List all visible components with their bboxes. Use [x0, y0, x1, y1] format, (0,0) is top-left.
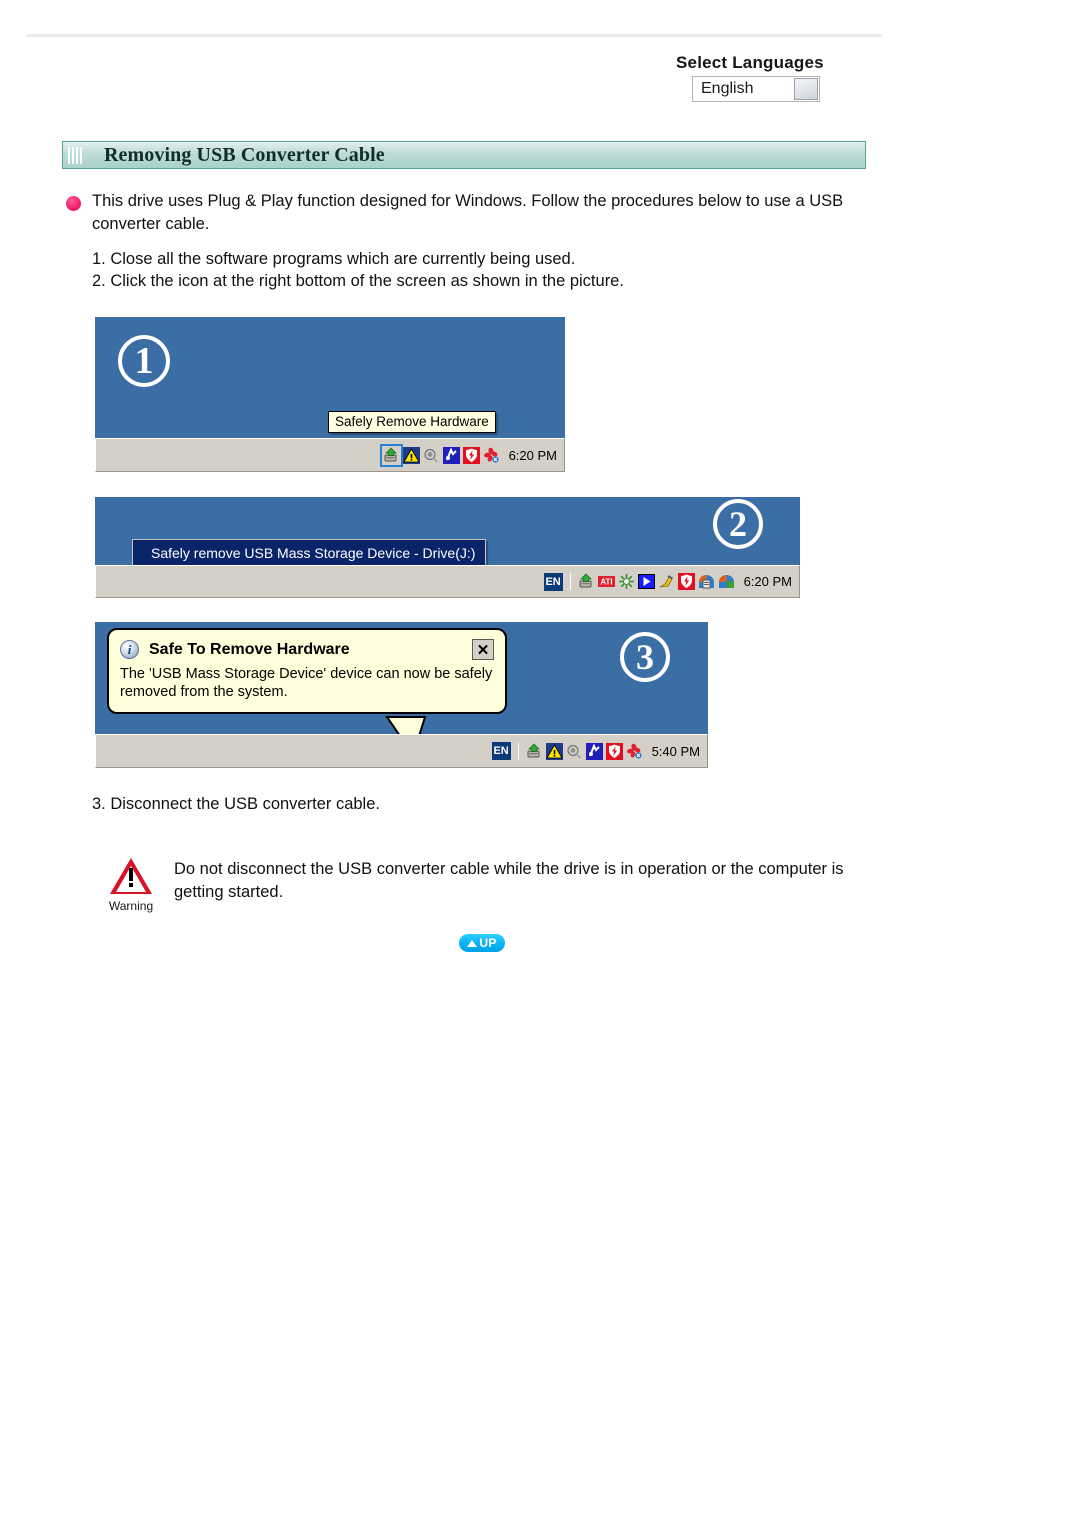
- step-item-3: 3. Disconnect the USB converter cable.: [92, 795, 380, 813]
- language-indicator-icon[interactable]: EN: [491, 742, 511, 760]
- header-divider: [26, 34, 882, 37]
- dropdown-arrow-icon[interactable]: [794, 78, 818, 100]
- figure-2-clock: 6:20 PM: [743, 574, 792, 589]
- sound-volume-icon[interactable]: [423, 447, 440, 464]
- figure-2-desktop: 2 Safely remove USB Mass Storage Device …: [95, 497, 800, 568]
- intro-paragraph: This drive uses Plug & Play function des…: [66, 190, 896, 236]
- figure-2-tray: EN ATI 6:20 PM: [543, 572, 799, 591]
- svg-text:ATI: ATI: [600, 578, 612, 587]
- figure-3-desktop: 3 i Safe To Remove Hardware ✕ The 'USB M…: [95, 622, 708, 758]
- close-icon[interactable]: ✕: [472, 639, 494, 660]
- intro-text: This drive uses Plug & Play function des…: [92, 192, 844, 233]
- figure-1-badge: 1: [118, 335, 170, 387]
- figure-3: 3 i Safe To Remove Hardware ✕ The 'USB M…: [95, 622, 708, 768]
- figure-2-taskbar: EN ATI 6:20 PM: [95, 565, 800, 598]
- sound-volume-icon[interactable]: [566, 743, 583, 760]
- scroll-up-button[interactable]: UP: [459, 934, 505, 952]
- figure-3-taskbar: EN 5:40 PM: [95, 734, 708, 768]
- up-button-label: UP: [479, 936, 497, 950]
- warning-icon-label: Warning: [108, 899, 154, 913]
- language-indicator-icon[interactable]: EN: [543, 572, 563, 591]
- figure-1-desktop: 1 Safely Remove Hardware: [95, 317, 565, 438]
- bullet-dot-icon: [66, 196, 81, 211]
- figure-2-badge: 2: [713, 499, 763, 549]
- step-item-1: 1. Close all the software programs which…: [92, 250, 576, 268]
- warning-icon[interactable]: [402, 446, 420, 464]
- printer-icon[interactable]: [698, 573, 715, 590]
- balloon-title: Safe To Remove Hardware: [149, 640, 350, 658]
- bars-icon: [68, 146, 84, 164]
- page-title: Removing USB Converter Cable: [104, 143, 385, 166]
- figure-1-clock: 6:20 PM: [508, 447, 557, 463]
- antivirus-shield-icon[interactable]: [462, 446, 480, 464]
- figure-1-tray: 6:20 PM: [379, 443, 564, 467]
- figure-2-context-menu-item[interactable]: Safely remove USB Mass Storage Device - …: [132, 539, 487, 568]
- network-connection-icon[interactable]: [585, 742, 603, 760]
- figure-1-badge-number: 1: [134, 340, 154, 382]
- network-connection-icon[interactable]: [442, 446, 460, 464]
- language-selector: Select Languages English: [676, 53, 896, 102]
- select-languages-label: Select Languages: [676, 53, 824, 72]
- warning-text: Do not disconnect the USB converter cabl…: [174, 860, 844, 901]
- safe-to-remove-balloon: i Safe To Remove Hardware ✕ The 'USB Mas…: [107, 628, 507, 715]
- gear-settings-icon[interactable]: [618, 573, 635, 590]
- figure-2-badge-number: 2: [729, 504, 747, 544]
- ati-catalyst-icon[interactable]: ATI: [597, 573, 615, 590]
- balloon-body-text: The 'USB Mass Storage Device' device can…: [120, 666, 493, 701]
- language-dropdown-value: English: [701, 80, 754, 97]
- step-item-2: 2. Click the icon at the right bottom of…: [92, 272, 624, 290]
- antivirus-shield-icon[interactable]: [677, 573, 695, 590]
- safely-remove-hardware-icon[interactable]: [578, 573, 595, 590]
- safely-remove-hardware-icon[interactable]: [526, 743, 543, 760]
- up-triangle-icon: [467, 939, 478, 947]
- warning-icon[interactable]: [545, 742, 563, 760]
- tray-divider: [517, 742, 519, 760]
- figure-2: 2 Safely remove USB Mass Storage Device …: [95, 497, 800, 598]
- bluetooth-flower-icon[interactable]: [483, 447, 500, 464]
- figure-3-clock: 5:40 PM: [651, 743, 700, 759]
- balloon-header: i Safe To Remove Hardware ✕: [120, 639, 494, 660]
- figure-1: 1 Safely Remove Hardware 6:20 PM: [95, 317, 565, 472]
- windows-update-icon[interactable]: [718, 573, 735, 590]
- figure-1-tooltip: Safely Remove Hardware: [328, 411, 496, 433]
- tray-divider: [569, 573, 571, 590]
- bluetooth-flower-icon[interactable]: [626, 743, 643, 760]
- figure-3-badge: 3: [620, 632, 670, 682]
- figure-3-tray: EN 5:40 PM: [491, 742, 707, 760]
- info-icon: i: [120, 640, 139, 659]
- paint-brush-icon[interactable]: [658, 573, 675, 590]
- section-header: Removing USB Converter Cable: [62, 141, 866, 169]
- warning-note: Warning Do not disconnect the USB conver…: [100, 858, 890, 913]
- figure-1-taskbar: 6:20 PM: [95, 438, 565, 472]
- warning-triangle-icon: Warning: [100, 858, 162, 913]
- figure-3-badge-number: 3: [636, 637, 654, 677]
- language-dropdown[interactable]: English: [692, 76, 820, 102]
- antivirus-shield-icon[interactable]: [605, 742, 623, 760]
- media-play-icon[interactable]: [637, 573, 655, 590]
- safely-remove-hardware-icon[interactable]: [379, 443, 403, 467]
